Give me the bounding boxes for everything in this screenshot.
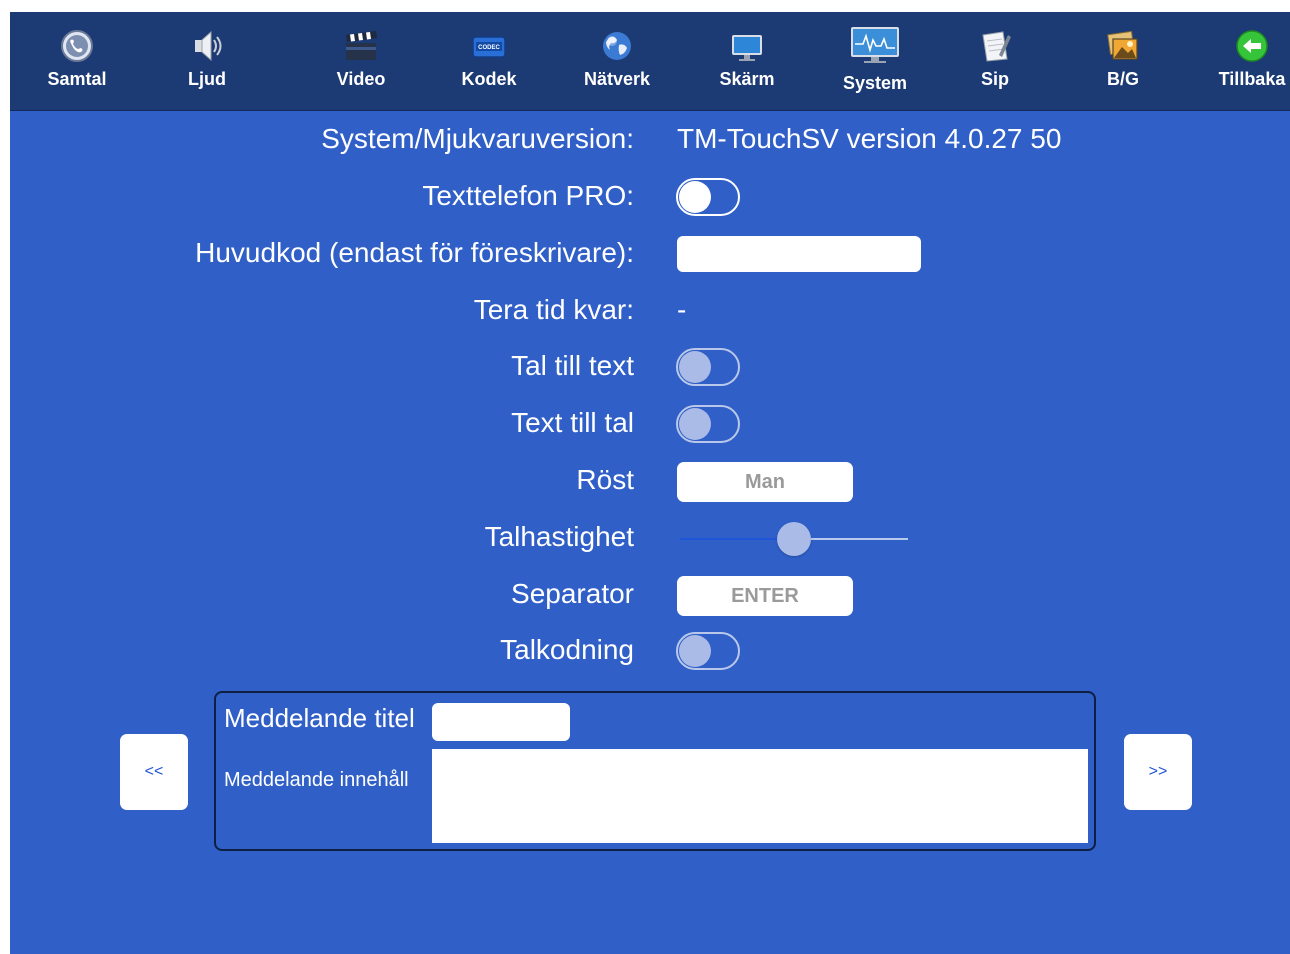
settings-screen: Samtal Ljud Video CODEC Kodek Nätverk Sk… [10,12,1290,954]
voice-label: Röst [576,464,634,495]
tab-bg[interactable]: B/G [1068,12,1178,110]
tab-kodek[interactable]: CODEC Kodek [434,12,544,110]
message-body-textarea[interactable] [432,749,1088,843]
tab-sip[interactable]: Sip [940,12,1050,110]
svg-text:CODEC: CODEC [478,45,500,51]
clapperboard-icon [343,29,379,63]
top-toolbar: Samtal Ljud Video CODEC Kodek Nätverk Sk… [10,12,1290,111]
tab-sip-label: Sip [980,69,1009,89]
texttelefon-toggle[interactable] [676,178,740,216]
tera-time-label: Tera tid kvar: [473,294,634,325]
speech-rate-label: Talhastighet [484,521,634,552]
monitor-icon [729,29,765,63]
tab-ljud[interactable]: Ljud [152,12,262,110]
speech-coding-toggle[interactable] [676,632,740,670]
tab-bg-label: B/G [1106,69,1139,89]
tab-natverk[interactable]: Nätverk [562,12,672,110]
tab-video-label: Video [336,69,386,89]
previous-message-button[interactable]: << [120,734,188,810]
slider-track-empty [794,538,908,540]
speech-coding-label: Talkodning [500,634,634,665]
tab-system[interactable]: System [820,12,930,110]
separator-select-button[interactable]: ENTER [677,576,853,616]
globe-icon [599,29,635,63]
tab-tillbaka-label: Tillbaka [1218,69,1286,89]
tab-kodek-label: Kodek [461,69,517,89]
voice-select-button[interactable]: Man [677,462,853,502]
tab-natverk-label: Nätverk [583,69,651,89]
system-monitor-icon [849,25,901,65]
message-title-input[interactable] [432,703,570,741]
phone-gear-icon [59,29,95,63]
speech-to-text-toggle-knob [679,351,711,383]
master-code-input[interactable] [677,236,921,272]
separator-label: Separator [511,578,634,609]
message-title-label: Meddelande titel [224,703,415,733]
texttelefon-toggle-knob [679,181,711,213]
version-label: System/Mjukvaruversion: [321,123,634,154]
texttelefon-label: Texttelefon PRO: [422,180,634,211]
message-panel: Meddelande titel Meddelande innehåll [214,691,1096,851]
text-to-speech-toggle-knob [679,408,711,440]
tab-tillbaka[interactable]: Tillbaka [1197,12,1290,110]
tab-skarm-label: Skärm [719,69,775,89]
master-code-label: Huvudkod (endast för föreskrivare): [195,237,634,268]
tab-skarm[interactable]: Skärm [692,12,802,110]
text-to-speech-label: Text till tal [511,407,634,438]
next-message-button[interactable]: >> [1124,734,1192,810]
text-to-speech-toggle[interactable] [676,405,740,443]
speech-to-text-label: Tal till text [511,350,634,381]
tab-video[interactable]: Video [306,12,416,110]
notepad-icon [977,29,1013,63]
slider-thumb[interactable] [777,522,811,556]
version-value: TM-TouchSV version 4.0.27 50 [677,123,1062,154]
tab-ljud-label: Ljud [188,69,226,89]
speaker-icon [189,29,225,63]
speech-to-text-toggle[interactable] [676,348,740,386]
back-arrow-icon [1234,29,1270,63]
tera-time-value: - [677,294,687,325]
picture-icon [1105,29,1141,63]
codec-icon: CODEC [471,29,507,63]
tab-samtal[interactable]: Samtal [22,12,132,110]
speech-rate-slider[interactable] [680,522,910,558]
tab-samtal-label: Samtal [47,69,107,89]
tab-system-label: System [842,73,908,93]
message-body-label: Meddelande innehåll [224,769,409,791]
speech-coding-toggle-knob [679,635,711,667]
